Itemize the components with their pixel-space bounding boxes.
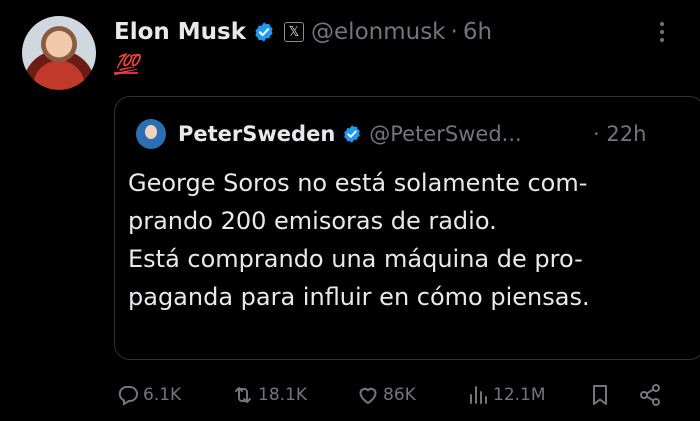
quoted-author-avatar[interactable] [136, 119, 166, 149]
views-button[interactable]: 12.1M [466, 378, 546, 412]
tweet-actions-bar: 6.1K 18.1K 86K 12.1M [0, 378, 700, 412]
repost-count: 18.1K [258, 385, 307, 405]
repost-button[interactable]: 18.1K [231, 378, 307, 412]
repost-icon [235, 387, 251, 403]
quoted-separator-dot: · [593, 122, 600, 146]
quoted-author-handle[interactable]: @PeterSwed... [369, 122, 521, 146]
tweet-time[interactable]: 6h [463, 19, 492, 45]
bookmark-button[interactable] [588, 378, 615, 412]
like-button[interactable]: 86K [356, 378, 416, 412]
more-options-icon[interactable] [655, 18, 669, 48]
quoted-verified-badge-icon [344, 125, 361, 143]
share-button[interactable] [638, 378, 665, 412]
tweet-header: Elon Musk 𝕏 @elonmusk · 6h [114, 16, 492, 48]
bookmark-icon [593, 385, 607, 405]
separator-dot: · [450, 19, 458, 45]
tweet-text: 💯 [114, 52, 139, 76]
views-count: 12.1M [493, 385, 546, 405]
heart-icon [359, 387, 377, 405]
quoted-text-line: Está comprando una máquina de pro- [128, 245, 583, 273]
author-name[interactable]: Elon Musk [114, 19, 246, 45]
reply-button[interactable]: 6.1K [116, 378, 181, 412]
quoted-text-line: paganda para influir en cómo piensas. [128, 283, 590, 311]
quoted-text-line: prando 200 emisoras de radio. [128, 207, 497, 235]
quoted-tweet-header: PeterSweden @PeterSwed... [136, 118, 522, 150]
like-count: 86K [383, 385, 416, 405]
quoted-author-name[interactable]: PeterSweden [178, 122, 335, 146]
views-icon [470, 386, 487, 404]
quoted-tweet-text: George Soros no está solamente com- pran… [128, 164, 684, 316]
x-affiliate-badge-icon: 𝕏 [284, 22, 305, 42]
verified-badge-icon [255, 22, 273, 42]
author-handle[interactable]: @elonmusk [311, 19, 445, 45]
author-avatar[interactable] [22, 16, 96, 90]
quoted-text-line: George Soros no está solamente com- [128, 169, 588, 197]
quoted-time-value: 22h [606, 122, 647, 146]
quoted-tweet-time[interactable]: · 22h [593, 118, 646, 150]
share-icon [640, 384, 660, 406]
reply-count: 6.1K [143, 385, 182, 405]
reply-icon [118, 386, 138, 406]
